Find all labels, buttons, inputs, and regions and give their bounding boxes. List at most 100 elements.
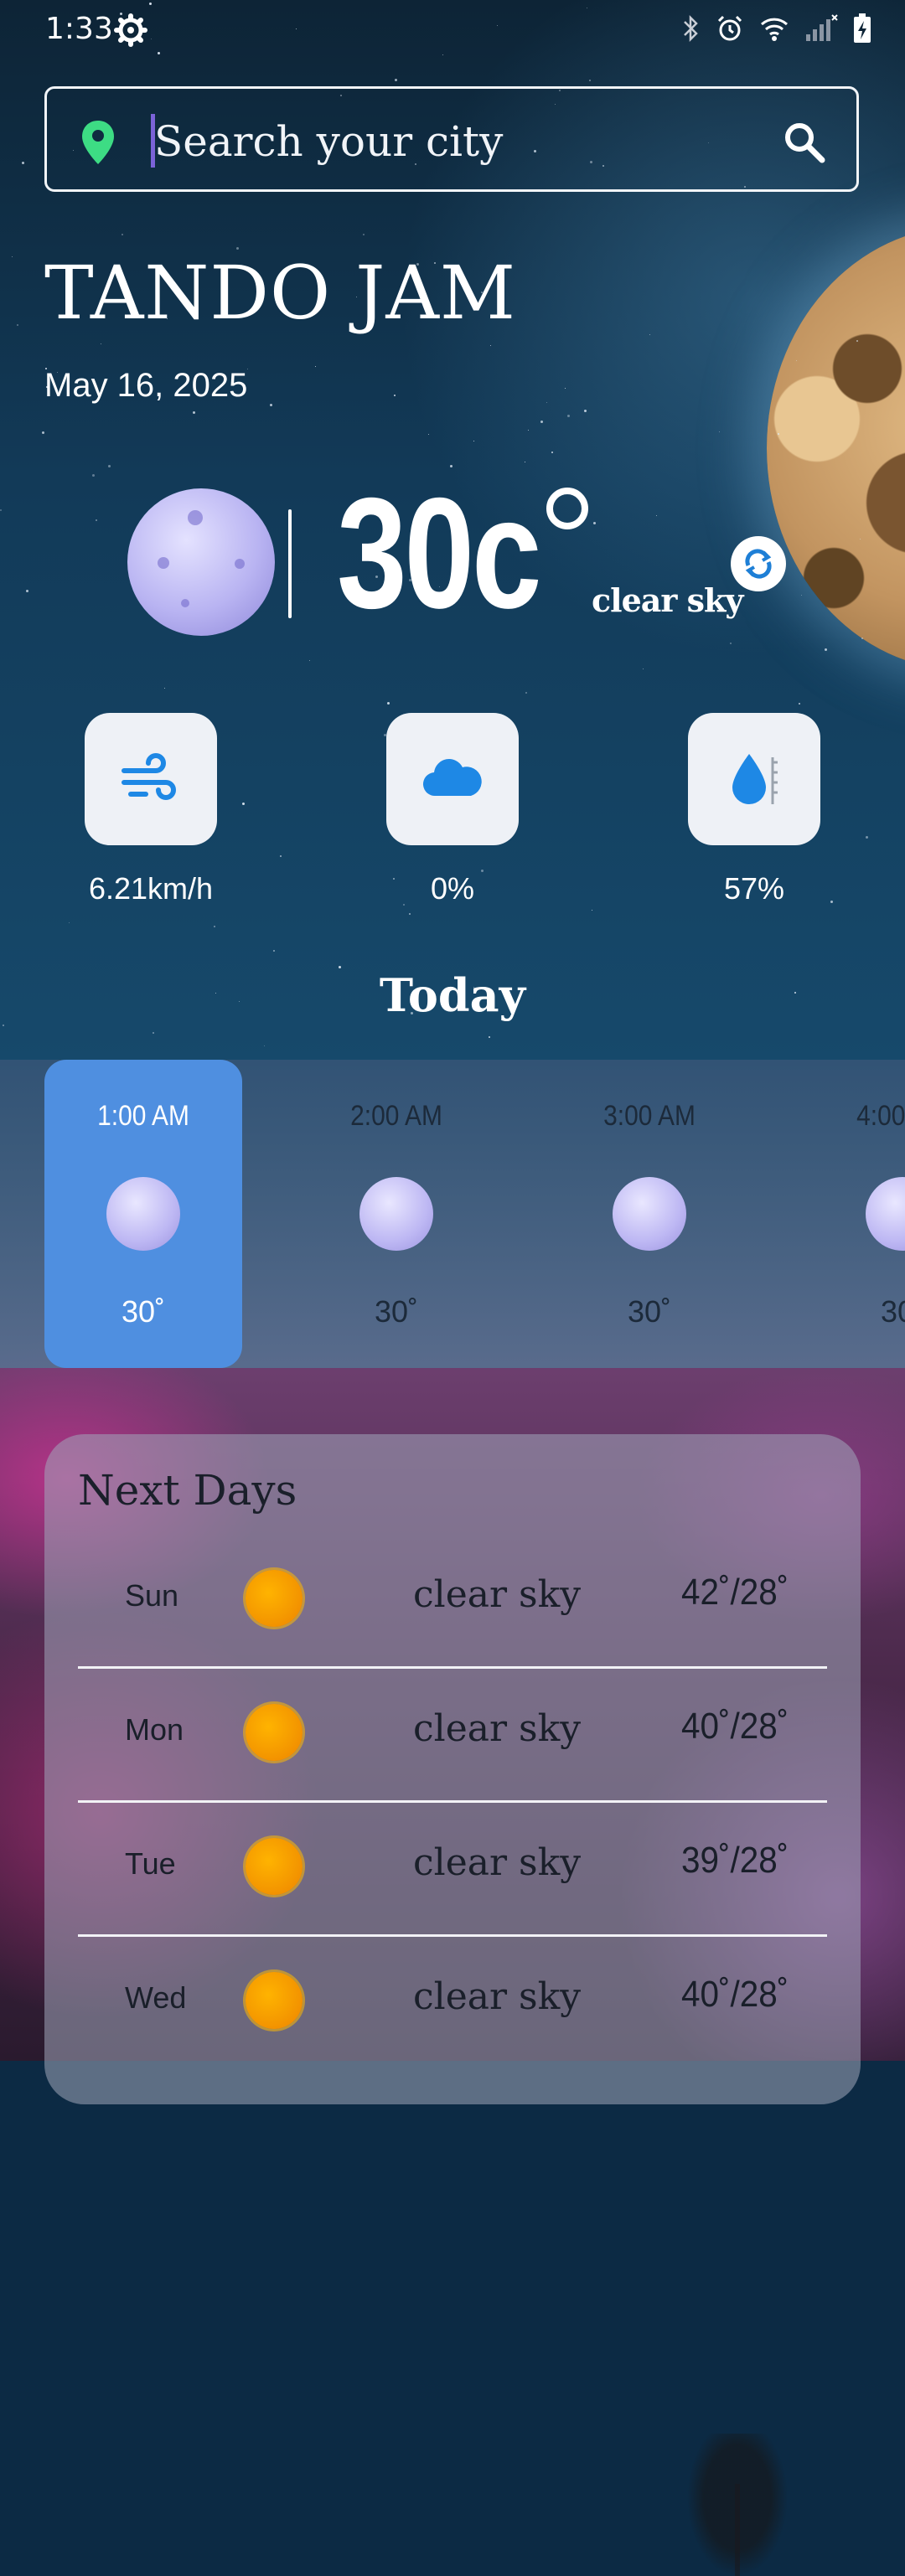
star — [593, 522, 596, 524]
star — [799, 703, 800, 705]
star — [551, 452, 553, 453]
moon-icon — [866, 1177, 905, 1251]
hour-time: 2:00 AM — [350, 1100, 442, 1132]
star — [395, 79, 397, 81]
bluetooth-icon — [684, 14, 698, 43]
next-days-heading: Next Days — [78, 1466, 297, 1515]
star — [273, 950, 275, 952]
hour-card[interactable]: 4:00 AM 30˚ — [804, 1060, 905, 1368]
humidity-tile — [688, 713, 820, 845]
hour-time: 3:00 AM — [603, 1100, 696, 1132]
search-icon[interactable] — [783, 121, 826, 164]
refresh-button[interactable] — [731, 536, 786, 591]
search-bar[interactable] — [44, 86, 859, 192]
humidity-icon — [732, 754, 778, 804]
star — [214, 926, 215, 927]
star — [540, 421, 543, 423]
star — [17, 324, 18, 326]
star — [528, 430, 529, 431]
current-temperature: 30c — [337, 465, 542, 641]
day-name: Tue — [125, 1846, 176, 1881]
star — [546, 402, 547, 403]
day-row[interactable]: Wed clear sky 40˚/28˚ — [78, 1937, 827, 2071]
current-condition: clear sky — [592, 581, 743, 619]
current-date: May 16, 2025 — [44, 367, 248, 404]
star — [387, 702, 390, 705]
day-row[interactable]: Mon clear sky 40˚/28˚ — [78, 1669, 827, 1803]
cloud-tile — [386, 713, 519, 845]
star — [490, 345, 491, 346]
star — [525, 692, 527, 694]
day-condition: clear sky — [413, 1841, 582, 1884]
city-name: TANDO JAM — [44, 250, 517, 336]
star — [428, 434, 429, 435]
star — [656, 515, 657, 516]
day-temperature-range: 40˚/28˚ — [681, 1974, 789, 2015]
moon-icon — [106, 1177, 180, 1251]
hourly-forecast-strip[interactable]: 1:00 AM 30˚ 2:00 AM 30˚ 3:00 AM 30˚ 4:00… — [0, 1060, 905, 1368]
humidity-value: 57% — [723, 871, 785, 906]
star — [264, 1045, 265, 1046]
star — [363, 234, 365, 235]
hour-time: 4:00 AM — [856, 1100, 905, 1132]
hour-card[interactable]: 3:00 AM 30˚ — [551, 1060, 748, 1368]
day-row[interactable]: Tue clear sky 39˚/28˚ — [78, 1803, 827, 1937]
sun-icon — [246, 1838, 303, 1895]
star — [193, 411, 195, 414]
day-condition: clear sky — [413, 1573, 582, 1616]
day-name: Mon — [125, 1712, 184, 1747]
hour-card[interactable]: 1:00 AM 30˚ — [44, 1060, 242, 1368]
gear-icon — [114, 13, 147, 47]
star — [866, 836, 868, 839]
day-row[interactable]: Sun clear sky 42˚/28˚ — [78, 1535, 827, 1669]
moon-icon — [127, 488, 275, 636]
star — [565, 388, 566, 389]
star — [3, 1025, 4, 1026]
star — [584, 410, 587, 412]
star — [242, 803, 245, 805]
hour-temperature: 30˚ — [880, 1294, 905, 1329]
sun-icon — [246, 1972, 303, 2029]
search-input[interactable] — [153, 104, 742, 179]
star — [589, 80, 591, 81]
background-moon — [767, 226, 905, 670]
star — [825, 648, 827, 651]
star — [719, 431, 720, 432]
star — [108, 465, 111, 467]
hour-temperature: 30˚ — [374, 1294, 419, 1329]
sun-icon — [246, 1570, 303, 1627]
wind-speed-value: 6.21km/h — [88, 871, 214, 906]
star — [42, 431, 44, 434]
star — [730, 643, 732, 644]
status-bar: 1:33 — [0, 0, 905, 67]
degree-symbol — [546, 488, 588, 529]
star — [92, 474, 95, 477]
star — [394, 395, 396, 396]
day-condition: clear sky — [413, 1707, 582, 1750]
star — [649, 334, 650, 335]
cloud-icon — [422, 759, 482, 797]
hour-card[interactable]: 2:00 AM 30˚ — [297, 1060, 495, 1368]
hour-temperature: 30˚ — [121, 1294, 166, 1329]
star — [567, 415, 570, 417]
star — [861, 638, 863, 639]
star — [122, 234, 123, 235]
star — [12, 256, 13, 257]
star — [164, 688, 165, 689]
star — [26, 590, 28, 592]
star — [96, 519, 97, 521]
day-temperature-range: 40˚/28˚ — [681, 1706, 789, 1747]
star — [270, 404, 272, 406]
location-pin-icon — [82, 121, 114, 164]
day-name: Wed — [125, 1980, 187, 2015]
star — [69, 922, 70, 923]
wind-tile — [85, 713, 217, 845]
divider — [288, 509, 292, 618]
refresh-icon — [745, 549, 772, 579]
wifi-icon — [760, 18, 789, 41]
day-condition: clear sky — [413, 1975, 582, 2018]
star — [489, 1036, 490, 1038]
star — [856, 340, 858, 342]
day-temperature-range: 39˚/28˚ — [681, 1840, 789, 1881]
wind-icon — [122, 753, 176, 800]
